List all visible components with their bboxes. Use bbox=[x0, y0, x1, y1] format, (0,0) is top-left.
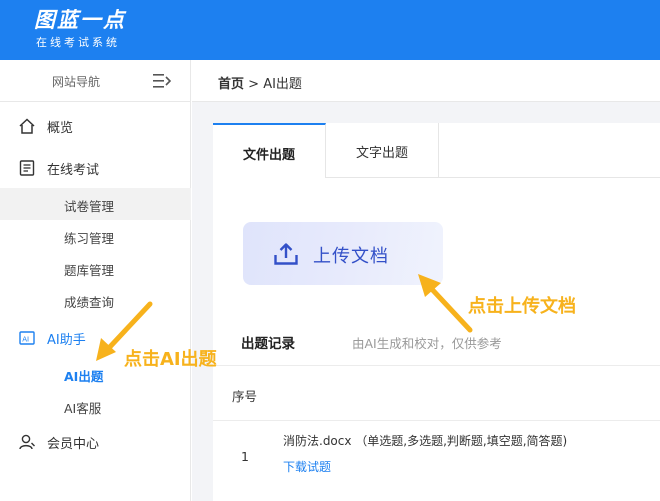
brand-subtitle: 在线考试系统 bbox=[36, 36, 120, 49]
sidebar-subitem-label: 成绩查询 bbox=[64, 295, 115, 310]
sidebar-item-online-exam[interactable]: 在线考试 bbox=[0, 148, 191, 188]
table-row: 1 消防法.docx （单选题,多选题,判断题,填空题,简答题) 下载试题 bbox=[213, 421, 660, 501]
breadcrumb-separator: > bbox=[248, 77, 260, 92]
column-header-no: 序号 bbox=[232, 389, 258, 404]
sidebar-subitem-label: 练习管理 bbox=[64, 231, 115, 246]
sidebar-subitem-paper-management[interactable]: 试卷管理 bbox=[0, 188, 191, 220]
sidebar-subitem-question-bank[interactable]: 题库管理 bbox=[0, 252, 191, 284]
sidebar-item-overview[interactable]: 概览 bbox=[0, 106, 191, 146]
upload-icon bbox=[274, 243, 298, 265]
sidebar: 网站导航 概览 在线考试 试卷管理 练习管理 题库管理 成绩查询 AI AI助手… bbox=[0, 60, 191, 501]
user-icon bbox=[19, 434, 35, 450]
tab-label: 文件出题 bbox=[242, 148, 295, 163]
brand-logo-title[interactable]: 图蓝一点 bbox=[34, 4, 126, 34]
sidebar-subitem-practice-management[interactable]: 练习管理 bbox=[0, 220, 191, 252]
breadcrumb-bar: 首页 > AI出题 bbox=[192, 60, 660, 102]
sidebar-item-label: 会员中心 bbox=[47, 437, 100, 452]
annotation-click-ai-question: 点击AI出题 bbox=[124, 349, 217, 370]
sidebar-header: 网站导航 bbox=[0, 60, 191, 102]
exam-list-icon bbox=[19, 160, 35, 176]
breadcrumb-current: AI出题 bbox=[263, 77, 302, 92]
sidebar-subitem-label: 题库管理 bbox=[64, 263, 115, 278]
collapse-menu-icon[interactable] bbox=[152, 72, 172, 90]
tab-file-question[interactable]: 文件出题 bbox=[213, 123, 326, 178]
breadcrumb-home[interactable]: 首页 bbox=[218, 77, 244, 92]
sidebar-subitem-label: AI出题 bbox=[64, 369, 104, 384]
sidebar-subitem-label: AI客服 bbox=[64, 401, 102, 416]
records-title: 出题记录 bbox=[241, 336, 295, 352]
tab-text-question[interactable]: 文字出题 bbox=[326, 123, 439, 178]
records-table-header: 序号 bbox=[213, 365, 660, 421]
sidebar-item-label: 在线考试 bbox=[47, 163, 100, 178]
sidebar-subitem-label: 试卷管理 bbox=[64, 199, 115, 214]
sidebar-item-label: 概览 bbox=[47, 121, 74, 136]
row-file-name: 消防法.docx （单选题,多选题,判断题,填空题,简答题) bbox=[283, 434, 568, 448]
sidebar-subitem-ai-service[interactable]: AI客服 bbox=[0, 390, 191, 422]
records-note: 由AI生成和校对，仅供参考 bbox=[352, 336, 502, 351]
top-bar: 图蓝一点 在线考试系统 bbox=[0, 0, 660, 60]
ai-icon: AI bbox=[19, 331, 35, 345]
sidebar-header-label: 网站导航 bbox=[52, 75, 101, 89]
tab-label: 文字出题 bbox=[355, 146, 408, 161]
upload-document-label: 上传文档 bbox=[313, 246, 389, 267]
row-number: 1 bbox=[241, 449, 249, 464]
question-generation-card: 文件出题 文字出题 上传文档 出题记录 由AI生成和校对，仅供参考 序号 1 消… bbox=[213, 123, 660, 501]
download-questions-link[interactable]: 下载试题 bbox=[283, 458, 331, 475]
svg-text:AI: AI bbox=[22, 336, 29, 344]
sidebar-subitem-score-query[interactable]: 成绩查询 bbox=[0, 284, 191, 316]
sidebar-item-label: AI助手 bbox=[47, 333, 86, 348]
upload-document-button[interactable]: 上传文档 bbox=[243, 222, 443, 285]
home-icon bbox=[19, 118, 35, 134]
annotation-click-upload: 点击上传文档 bbox=[468, 296, 576, 317]
tab-bar-filler bbox=[439, 123, 660, 178]
sidebar-item-member-center[interactable]: 会员中心 bbox=[0, 422, 191, 462]
main-content: 首页 > AI出题 文件出题 文字出题 上传文档 出题记录 由AI生成和校对，仅… bbox=[192, 60, 660, 501]
breadcrumb: 首页 > AI出题 bbox=[218, 73, 302, 92]
